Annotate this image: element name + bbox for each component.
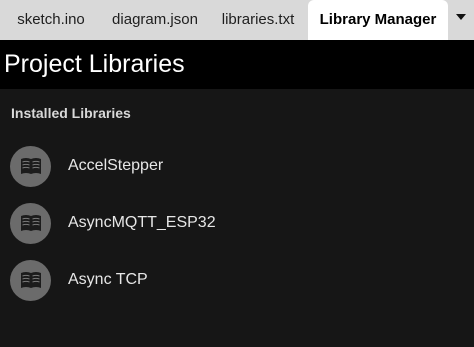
- library-item-asyncmqtt-esp32[interactable]: AsyncMQTT_ESP32: [0, 200, 474, 248]
- tab-diagram-json[interactable]: diagram.json: [102, 0, 208, 40]
- library-item-async-tcp[interactable]: Async TCP: [0, 257, 474, 305]
- library-avatar: [10, 260, 51, 301]
- tab-library-manager[interactable]: Library Manager: [308, 0, 448, 40]
- library-avatar: [10, 146, 51, 187]
- book-icon: [21, 158, 41, 174]
- book-icon: [21, 215, 41, 231]
- library-avatar: [10, 203, 51, 244]
- page-title: Project Libraries: [4, 50, 185, 78]
- tab-libraries-txt[interactable]: libraries.txt: [208, 0, 308, 40]
- library-name: AsyncMQTT_ESP32: [68, 214, 216, 231]
- book-icon: [21, 272, 41, 288]
- caret-down-icon: [456, 14, 466, 20]
- library-item-accelstepper[interactable]: AccelStepper: [0, 143, 474, 191]
- page-header: Project Libraries: [0, 40, 474, 89]
- tab-sketch-ino[interactable]: sketch.ino: [0, 0, 102, 40]
- library-name: AccelStepper: [68, 157, 164, 174]
- library-name: Async TCP: [68, 271, 148, 288]
- library-manager-window: sketch.ino diagram.json libraries.txt Li…: [0, 0, 474, 347]
- tab-menu-button[interactable]: [448, 0, 474, 40]
- tab-bar: sketch.ino diagram.json libraries.txt Li…: [0, 0, 474, 40]
- installed-libraries-heading: Installed Libraries: [11, 105, 131, 121]
